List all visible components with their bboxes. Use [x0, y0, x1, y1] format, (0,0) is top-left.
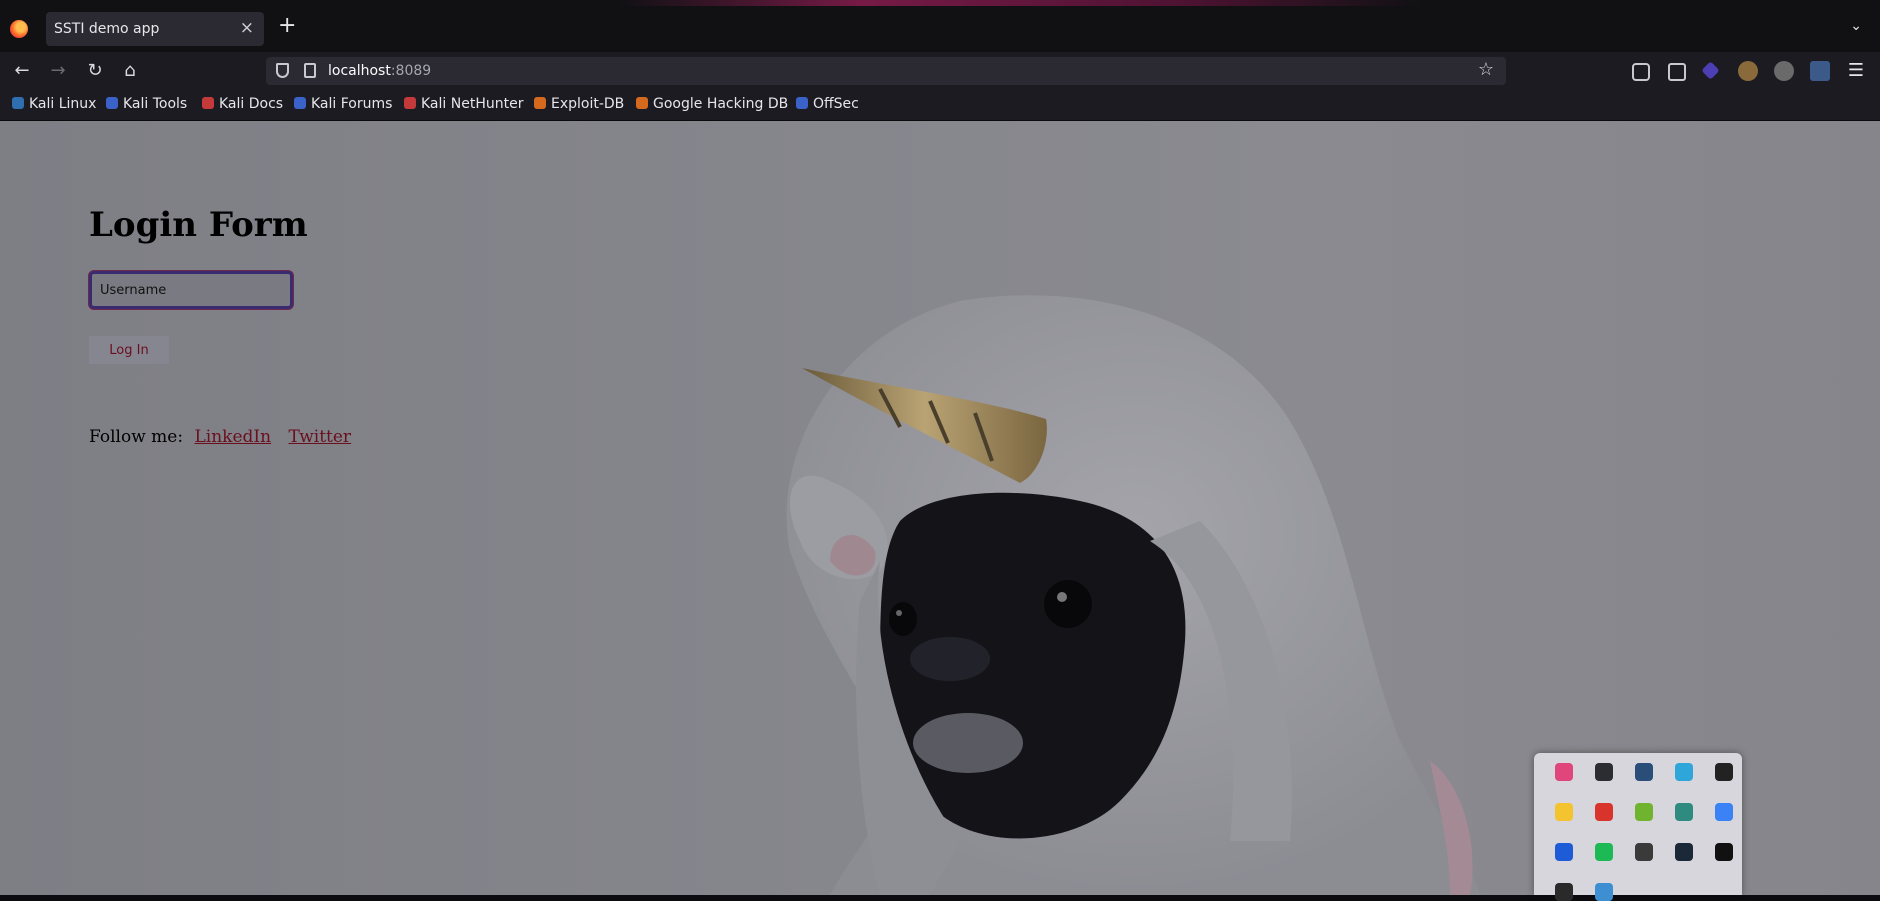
- bookmark-kali-nethunter[interactable]: Kali NetHunter: [404, 96, 523, 112]
- color-wheel-icon[interactable]: [1595, 803, 1613, 821]
- kali-tools-icon: [106, 97, 118, 109]
- tab-bar: SSTI demo app × + ⌄: [0, 0, 1880, 52]
- network-app-icon[interactable]: [1675, 803, 1693, 821]
- ghdb-icon: [636, 97, 648, 109]
- tab-ssti-demo[interactable]: SSTI demo app ×: [46, 12, 264, 46]
- cube-app-icon[interactable]: [1595, 883, 1613, 901]
- extension-cookie-icon[interactable]: [1738, 61, 1758, 81]
- bookmark-label: Kali Tools: [123, 96, 188, 112]
- remote-desktop-icon[interactable]: [1555, 843, 1573, 861]
- bookmark-label: Kali NetHunter: [421, 96, 524, 112]
- gear-app-icon[interactable]: [1555, 883, 1573, 901]
- follow-me-line: Follow me: LinkedIn Twitter: [89, 427, 351, 447]
- bookmark-google-hacking-db[interactable]: Google Hacking DB: [636, 96, 788, 112]
- bookmark-exploit-db[interactable]: Exploit-DB: [534, 96, 624, 112]
- app-tray-popup: [1534, 753, 1742, 901]
- bookmark-kali-docs[interactable]: Kali Docs: [202, 96, 283, 112]
- extension-mask-icon[interactable]: [1774, 61, 1794, 81]
- new-tab-button[interactable]: +: [278, 13, 296, 38]
- bookmark-label: Kali Docs: [219, 96, 284, 112]
- drop-icon[interactable]: [1715, 803, 1733, 821]
- telegram-icon[interactable]: [1675, 763, 1693, 781]
- bookmark-kali-forums[interactable]: Kali Forums: [294, 96, 392, 112]
- bookmark-kali-tools[interactable]: Kali Tools: [106, 96, 187, 112]
- firefox-logo-icon[interactable]: [10, 20, 28, 38]
- bookmark-label: Kali Forums: [311, 96, 393, 112]
- back-arrow-icon[interactable]: ←: [10, 59, 34, 83]
- epic-games-icon[interactable]: [1715, 763, 1733, 781]
- login-button[interactable]: Log In: [89, 336, 169, 364]
- steam-icon[interactable]: [1675, 843, 1693, 861]
- utorrent-icon[interactable]: [1635, 803, 1653, 821]
- sun-app-icon[interactable]: [1555, 803, 1573, 821]
- close-tab-icon[interactable]: ×: [240, 18, 254, 38]
- page-info-icon[interactable]: [304, 63, 316, 78]
- firefox-icon[interactable]: [1555, 763, 1573, 781]
- bookmark-label: Kali Linux: [29, 96, 97, 112]
- url-host: localhost: [328, 63, 391, 79]
- tracking-shield-icon[interactable]: [276, 63, 289, 78]
- follow-label: Follow me:: [89, 427, 184, 447]
- bookmark-label: OffSec: [813, 96, 859, 112]
- linkedin-link[interactable]: LinkedIn: [194, 427, 271, 447]
- copy-app-icon[interactable]: [1635, 843, 1653, 861]
- bookmarks-toolbar: Kali Linux Kali Tools Kali Docs Kali For…: [0, 90, 1880, 121]
- nethunter-icon: [404, 97, 416, 109]
- offsec-icon: [796, 97, 808, 109]
- bookmark-offsec[interactable]: OffSec: [796, 96, 859, 112]
- exploit-db-icon: [534, 97, 546, 109]
- url-text[interactable]: localhost:8089: [328, 63, 431, 79]
- bookmark-kali-linux[interactable]: Kali Linux: [12, 96, 96, 112]
- hexagon-app-icon[interactable]: [1635, 763, 1653, 781]
- b-app-icon[interactable]: [1715, 843, 1733, 861]
- twitter-link[interactable]: Twitter: [288, 427, 351, 447]
- kali-forums-icon: [294, 97, 306, 109]
- kali-docs-icon: [202, 97, 214, 109]
- pocket-icon[interactable]: [1632, 63, 1650, 81]
- reload-icon[interactable]: ↻: [83, 59, 107, 83]
- extension-purple-icon[interactable]: [1701, 61, 1720, 80]
- extension-blue-icon[interactable]: [1810, 61, 1830, 81]
- bookmark-label: Exploit-DB: [551, 96, 625, 112]
- list-tabs-chevron-icon[interactable]: ⌄: [1850, 18, 1862, 34]
- extensions-icon[interactable]: [1668, 63, 1686, 81]
- hamburger-menu-icon[interactable]: ☰: [1848, 60, 1864, 81]
- forward-arrow-icon[interactable]: →: [46, 59, 70, 83]
- page-title: Login Form: [89, 205, 308, 245]
- wallpaper-strip: [620, 0, 1420, 6]
- username-input[interactable]: [89, 271, 293, 309]
- navigation-toolbar: ← → ↻ ⌂ localhost:8089 ☆ ☰: [0, 52, 1880, 90]
- bookmark-star-icon[interactable]: ☆: [1478, 59, 1494, 80]
- bookmark-label: Google Hacking DB: [653, 96, 789, 112]
- home-icon[interactable]: ⌂: [118, 59, 142, 83]
- tab-title: SSTI demo app: [54, 21, 160, 37]
- address-bar[interactable]: localhost:8089 ☆: [266, 57, 1506, 85]
- kali-dragon-icon: [12, 97, 24, 109]
- discord-icon[interactable]: [1595, 763, 1613, 781]
- spotify-icon[interactable]: [1595, 843, 1613, 861]
- url-port: :8089: [390, 63, 432, 79]
